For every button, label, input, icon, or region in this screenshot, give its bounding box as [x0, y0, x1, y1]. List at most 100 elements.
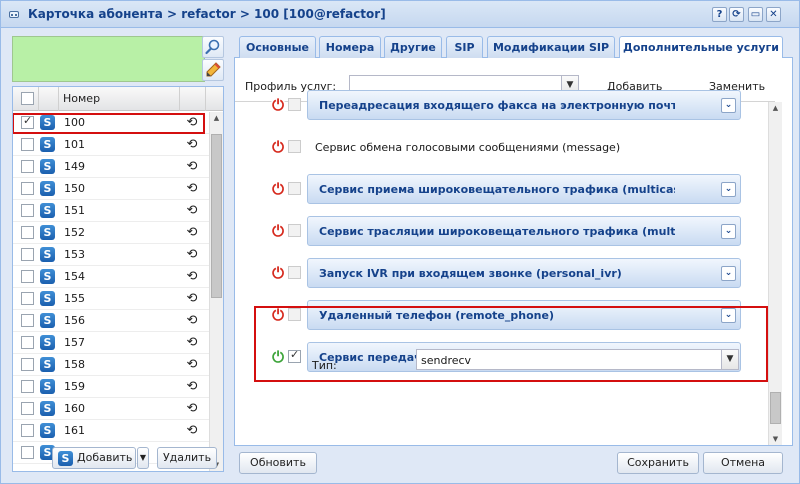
row-checkbox[interactable]: [21, 402, 34, 415]
reset-history-icon[interactable]: ⟲: [185, 138, 199, 152]
table-row[interactable]: S 161 ⟲: [13, 420, 209, 442]
services-scroll-thumb[interactable]: [770, 392, 781, 424]
add-dropdown-arrow[interactable]: ▼: [137, 447, 149, 469]
reset-history-icon[interactable]: ⟲: [185, 226, 199, 240]
power-toggle-icon[interactable]: ⏻: [270, 266, 286, 282]
reset-history-icon[interactable]: ⟲: [185, 182, 199, 196]
scroll-down-arrow-icon[interactable]: ▼: [769, 435, 782, 443]
services-scrollbar[interactable]: ▲ ▼: [768, 102, 782, 445]
row-checkbox[interactable]: [21, 226, 34, 239]
row-checkbox[interactable]: [21, 204, 34, 217]
table-row[interactable]: S 160 ⟲: [13, 398, 209, 420]
save-button[interactable]: Сохранить: [617, 452, 699, 474]
tab-sip[interactable]: SIP: [446, 36, 483, 59]
type-label: Тип:: [312, 359, 337, 372]
reset-history-icon[interactable]: ⟲: [185, 270, 199, 284]
number-cell: 153: [64, 248, 85, 261]
row-checkbox[interactable]: [21, 292, 34, 305]
scroll-up-arrow-icon[interactable]: ▲: [210, 114, 223, 122]
row-checkbox[interactable]: [21, 248, 34, 261]
tab-basic[interactable]: Основные: [239, 36, 316, 59]
service-checkbox[interactable]: [288, 266, 301, 279]
close-button[interactable]: ✕: [766, 7, 781, 22]
power-toggle-icon[interactable]: ⏻: [270, 140, 286, 156]
table-row[interactable]: S 152 ⟲: [13, 222, 209, 244]
number-column-header[interactable]: Номер: [63, 92, 100, 105]
table-row[interactable]: S 150 ⟲: [13, 178, 209, 200]
power-toggle-icon[interactable]: ⏻: [270, 182, 286, 198]
power-toggle-icon[interactable]: ⏻: [270, 224, 286, 240]
table-row[interactable]: S 157 ⟲: [13, 332, 209, 354]
reset-history-icon[interactable]: ⟲: [185, 204, 199, 218]
row-checkbox[interactable]: [21, 182, 34, 195]
expand-icon[interactable]: ⌄: [721, 98, 736, 113]
tab-additional-services[interactable]: Дополнительные услуги: [619, 36, 783, 60]
subscriber-s-icon: S: [40, 423, 55, 438]
row-checkbox[interactable]: [21, 446, 34, 459]
subscriber-s-icon: S: [40, 269, 55, 284]
refresh-window-button[interactable]: ⟳: [729, 7, 744, 22]
power-toggle-icon[interactable]: ⏻: [270, 98, 286, 114]
table-row[interactable]: S 156 ⟲: [13, 310, 209, 332]
dropdown-arrow-icon[interactable]: ▼: [721, 350, 738, 369]
row-checkbox[interactable]: [21, 424, 34, 437]
service-checkbox[interactable]: [288, 182, 301, 195]
service-checkbox[interactable]: [288, 98, 301, 111]
refresh-button[interactable]: Обновить: [239, 452, 317, 474]
reset-history-icon[interactable]: ⟲: [185, 248, 199, 262]
table-row[interactable]: S 101 ⟲: [13, 134, 209, 156]
row-checkbox[interactable]: [21, 358, 34, 371]
type-select[interactable]: sendrecv ▼: [416, 349, 739, 370]
service-checkbox[interactable]: [288, 140, 301, 153]
reset-history-icon[interactable]: ⟲: [185, 424, 199, 438]
number-cell: 149: [64, 160, 85, 173]
row-checkbox[interactable]: [21, 270, 34, 283]
table-row[interactable]: S 154 ⟲: [13, 266, 209, 288]
delete-number-button[interactable]: Удалить: [157, 447, 217, 469]
table-row[interactable]: S 159 ⟲: [13, 376, 209, 398]
number-cell: 158: [64, 358, 85, 371]
table-row[interactable]: S 151 ⟲: [13, 200, 209, 222]
tab-other[interactable]: Другие: [384, 36, 442, 59]
select-all-checkbox[interactable]: [21, 92, 34, 105]
row-checkbox[interactable]: [21, 160, 34, 173]
service-panel-header[interactable]: Сервис приема широковещательного трафика…: [307, 174, 741, 204]
edit-button[interactable]: [202, 59, 224, 81]
service-panel-header[interactable]: Запуск IVR при входящем звонке (personal…: [307, 258, 741, 288]
additional-services-panel: Профиль услуг: ▼ Добавить Заменить ⏻ Пере…: [234, 58, 793, 446]
maximize-button[interactable]: ▭: [748, 7, 763, 22]
subscriber-note-area[interactable]: [12, 36, 205, 82]
help-button[interactable]: ?: [712, 7, 727, 22]
reset-history-icon[interactable]: ⟲: [185, 314, 199, 328]
reset-history-icon[interactable]: ⟲: [185, 380, 199, 394]
grid-scrollbar[interactable]: ▲ ▼: [209, 112, 223, 471]
row-checkbox[interactable]: [21, 336, 34, 349]
cancel-button[interactable]: Отмена: [703, 452, 783, 474]
table-row[interactable]: S 149 ⟲: [13, 156, 209, 178]
grid-scroll-thumb[interactable]: [211, 134, 222, 298]
table-row[interactable]: S 155 ⟲: [13, 288, 209, 310]
reset-history-icon[interactable]: ⟲: [185, 160, 199, 174]
expand-icon[interactable]: ⌄: [721, 266, 736, 281]
tab-numbers[interactable]: Номера: [319, 36, 381, 59]
service-panel-header[interactable]: Переадресация входящего факса на электро…: [307, 90, 741, 120]
expand-icon[interactable]: ⌄: [721, 224, 736, 239]
reset-history-icon[interactable]: ⟲: [185, 292, 199, 306]
reset-history-icon[interactable]: ⟲: [185, 358, 199, 372]
table-row[interactable]: S 158 ⟲: [13, 354, 209, 376]
service-checkbox[interactable]: [288, 224, 301, 237]
row-checkbox[interactable]: [21, 138, 34, 151]
reset-history-icon[interactable]: ⟲: [185, 402, 199, 416]
row-checkbox[interactable]: [21, 380, 34, 393]
search-button[interactable]: [202, 36, 224, 58]
highlight-frame-selected-row: [13, 113, 205, 134]
table-row[interactable]: S100⟲: [13, 112, 209, 134]
row-checkbox[interactable]: [21, 314, 34, 327]
add-number-button[interactable]: S Добавить: [52, 447, 136, 469]
service-panel-header[interactable]: Сервис трасляции широковещательного траф…: [307, 216, 741, 246]
tab-sip-modifications[interactable]: Модификации SIP: [487, 36, 615, 59]
scroll-up-arrow-icon[interactable]: ▲: [769, 104, 782, 112]
expand-icon[interactable]: ⌄: [721, 182, 736, 197]
table-row[interactable]: S 153 ⟲: [13, 244, 209, 266]
reset-history-icon[interactable]: ⟲: [185, 336, 199, 350]
